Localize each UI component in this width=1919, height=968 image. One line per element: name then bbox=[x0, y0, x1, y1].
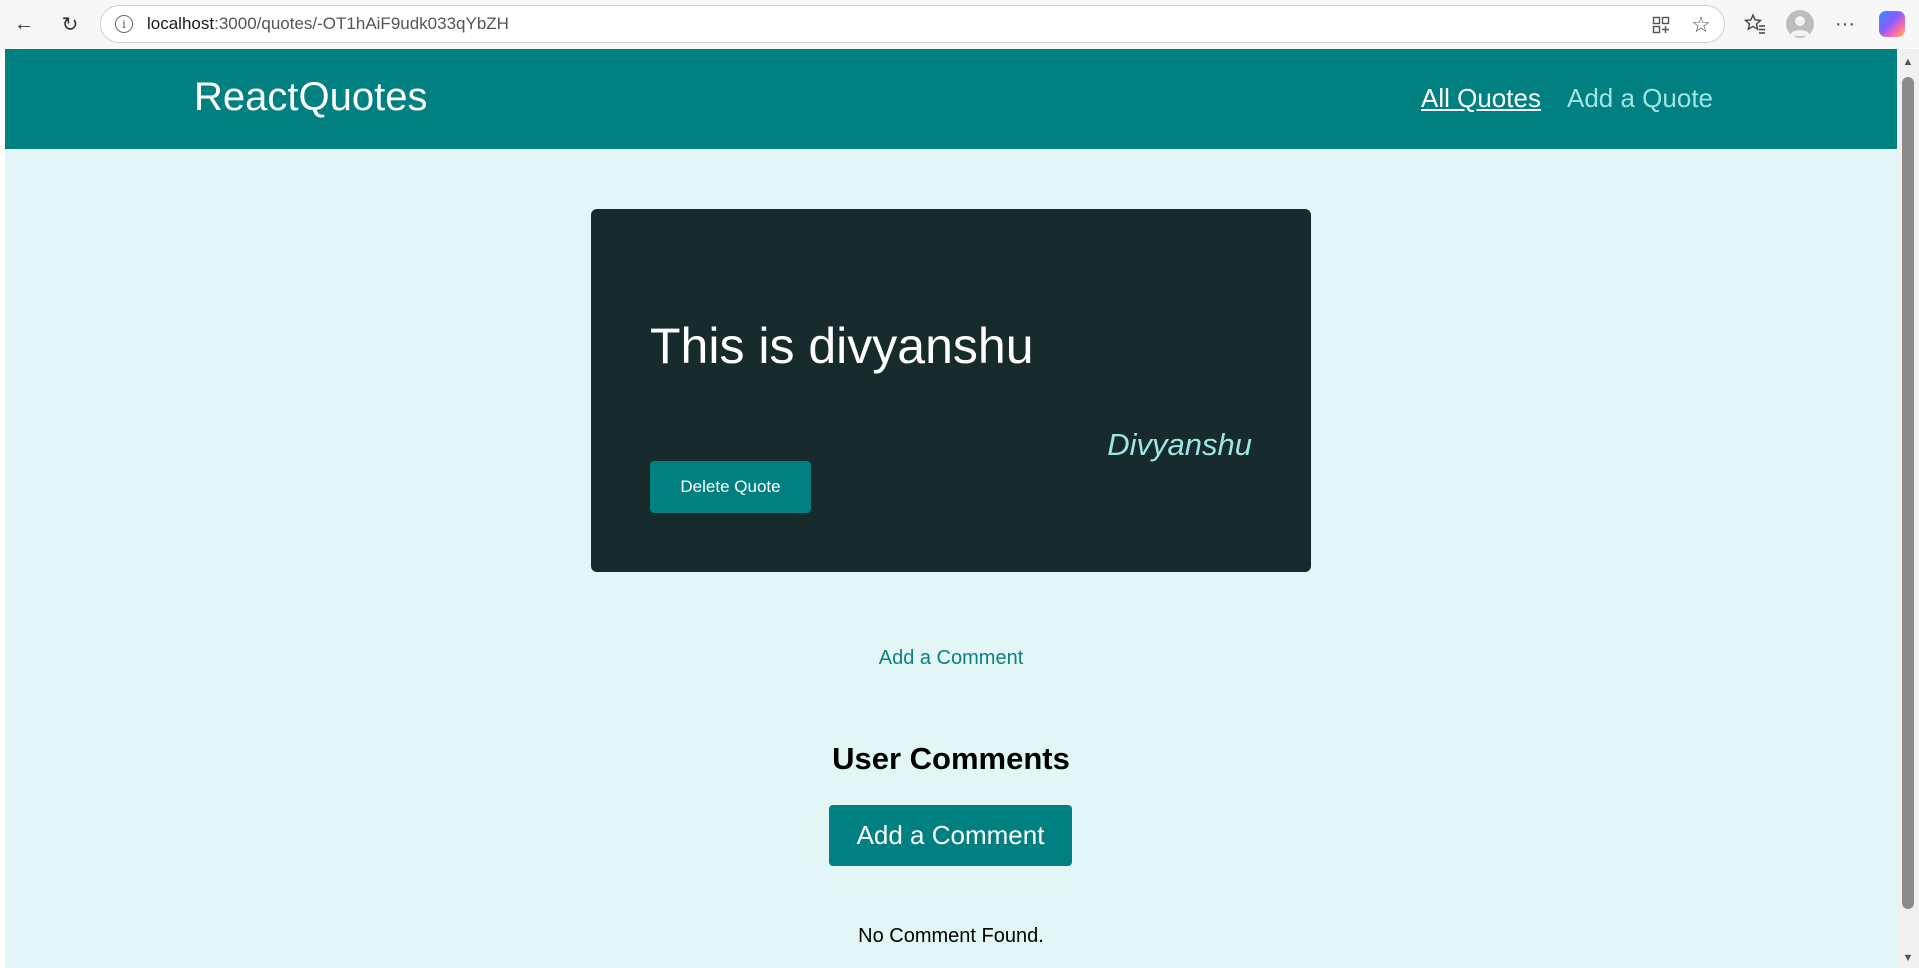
quote-text: This is divyanshu bbox=[650, 318, 1034, 374]
scroll-up-arrow-icon[interactable]: ▲ bbox=[1901, 55, 1915, 69]
url-host: localhost bbox=[147, 14, 215, 33]
quote-card: This is divyanshu Divyanshu Delete Quote bbox=[591, 209, 1311, 572]
address-bar[interactable]: i localhost:3000/quotes/-OT1hAiF9udk033q… bbox=[100, 5, 1725, 43]
vertical-scrollbar[interactable]: ▲ ▼ bbox=[1897, 49, 1919, 968]
page-viewport: ReactQuotes All Quotes Add a Quote This … bbox=[5, 49, 1897, 968]
split-screen-icon[interactable] bbox=[1649, 13, 1673, 37]
site-logo: ReactQuotes bbox=[194, 75, 428, 119]
back-arrow-icon[interactable]: ← bbox=[8, 8, 40, 40]
site-header: ReactQuotes All Quotes Add a Quote bbox=[5, 49, 1897, 149]
scroll-down-arrow-icon[interactable]: ▼ bbox=[1901, 951, 1915, 965]
add-comment-link[interactable]: Add a Comment bbox=[5, 647, 1897, 670]
nav-all-quotes[interactable]: All Quotes bbox=[1421, 83, 1541, 114]
refresh-icon[interactable]: ↻ bbox=[54, 8, 86, 40]
url-text[interactable]: localhost:3000/quotes/-OT1hAiF9udk033qYb… bbox=[147, 14, 509, 34]
no-comment-message: No Comment Found. bbox=[858, 925, 1044, 947]
nav-add-quote[interactable]: Add a Quote bbox=[1567, 83, 1713, 114]
favorite-star-icon[interactable]: ☆ bbox=[1689, 12, 1713, 37]
site-info-icon[interactable]: i bbox=[115, 15, 133, 33]
comments-heading: User Comments bbox=[832, 741, 1070, 776]
add-comment-button[interactable]: Add a Comment bbox=[829, 805, 1072, 866]
copilot-icon[interactable] bbox=[1879, 11, 1905, 37]
url-path: :3000/quotes/-OT1hAiF9udk033qYbZH bbox=[214, 14, 509, 33]
more-options-icon[interactable]: ··· bbox=[1831, 10, 1859, 38]
scroll-thumb[interactable] bbox=[1902, 77, 1914, 909]
delete-quote-button[interactable]: Delete Quote bbox=[650, 461, 811, 513]
favorites-list-icon[interactable] bbox=[1741, 10, 1769, 38]
quote-author: Divyanshu bbox=[1107, 427, 1252, 462]
browser-toolbar: ← ↻ i localhost:3000/quotes/-OT1hAiF9udk… bbox=[0, 0, 1919, 48]
profile-avatar-icon[interactable] bbox=[1786, 10, 1814, 38]
